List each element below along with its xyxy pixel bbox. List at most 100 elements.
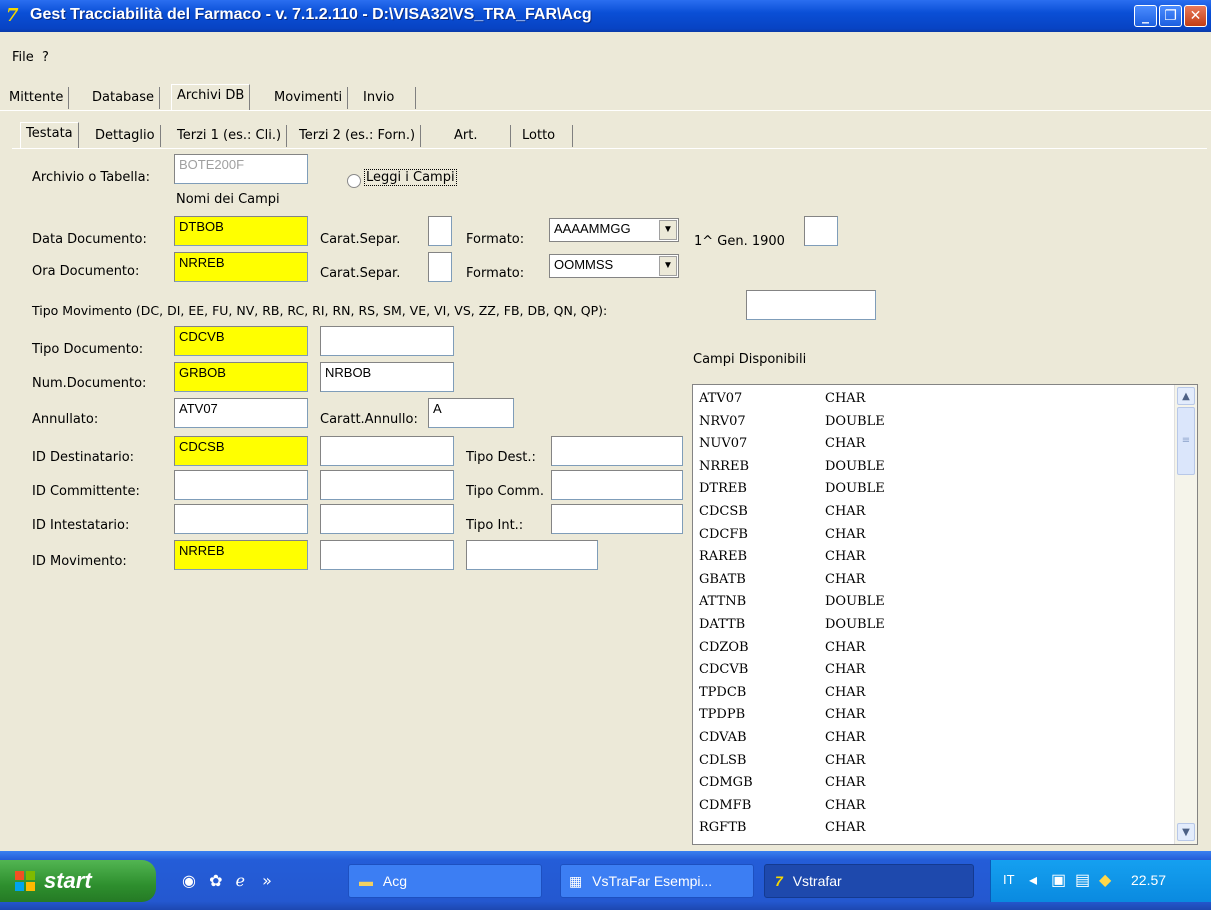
field-type: CHAR (825, 504, 866, 519)
gen1900-field[interactable] (804, 216, 838, 246)
formato-label: Formato: (466, 232, 525, 247)
display-icon[interactable]: ▤ (1075, 870, 1090, 890)
browser-icon[interactable]: ◉ (182, 871, 196, 890)
language-indicator[interactable]: IT (1003, 872, 1015, 887)
field-type: CHAR (825, 684, 866, 700)
carat-separ-field[interactable] (428, 216, 452, 246)
tab-movimenti[interactable]: Movimenti (269, 87, 349, 109)
archivio-field[interactable]: BOTE200F (174, 154, 308, 184)
network-icon[interactable]: ▣ (1051, 870, 1066, 890)
chevron-down-icon[interactable]: ▼ (659, 220, 677, 240)
num-documento-field-2[interactable]: NRBOB (320, 362, 454, 392)
back-arrow-icon[interactable]: ◂ (1029, 870, 1037, 890)
id-movimento-field[interactable]: NRREB (174, 540, 308, 570)
tipo-comm-label: Tipo Comm. (466, 484, 544, 499)
carat-separ-field-2[interactable] (428, 252, 452, 282)
tab-invio[interactable]: Invio (358, 87, 416, 109)
menu-file[interactable]: File (12, 50, 34, 65)
field-type: CHAR (825, 639, 866, 655)
campi-disponibili-list[interactable]: ATV07 CHAR NRV07 DOUBLE NUV07 CHAR NRREB DOUBLE… (692, 384, 1198, 845)
scroll-up-icon[interactable]: ▲ (1177, 387, 1195, 405)
id-intestatario-field-2[interactable] (320, 504, 454, 534)
messenger-icon[interactable]: ✿ (209, 871, 222, 890)
data-formato-select[interactable]: AAAAMMGG ▼ (549, 218, 679, 242)
id-destinatario-field-2[interactable] (320, 436, 454, 466)
tipo-documento-field-2[interactable] (320, 326, 454, 356)
field-name: TPDPB (699, 707, 746, 723)
ora-formato-value: OOMMSS (554, 257, 614, 272)
field-name: DTREB (699, 481, 747, 497)
annullato-field[interactable]: ATV07 (174, 398, 308, 428)
field-name: CDVAB (699, 730, 747, 745)
field-type: CHAR (825, 571, 866, 587)
field-name: CDZOB (699, 639, 749, 655)
ie-icon[interactable]: ℯ (236, 871, 245, 890)
field-type: CHAR (825, 820, 866, 836)
app-icon: 7 (6, 5, 19, 26)
campi-disponibili-label: Campi Disponibili (693, 352, 807, 367)
scroll-thumb[interactable]: ≡ (1177, 407, 1195, 475)
id-committente-field-2[interactable] (320, 470, 454, 500)
windows-logo-icon (15, 871, 35, 891)
folder-icon: ▬ (359, 873, 373, 889)
data-documento-field[interactable]: DTBOB (174, 216, 308, 246)
id-destinatario-field[interactable]: CDCSB (174, 436, 308, 466)
num-documento-label: Num.Documento: (32, 376, 147, 391)
tab-dettaglio[interactable]: Dettaglio (90, 125, 161, 147)
tipo-comm-field[interactable] (551, 470, 683, 500)
annullato-label: Annullato: (32, 412, 99, 427)
tab-archivi-db[interactable]: Archivi DB (171, 84, 251, 110)
tab-terzi1[interactable]: Terzi 1 (es.: Cli.) (172, 125, 288, 147)
tipo-movimento-field[interactable] (746, 290, 876, 320)
id-movimento-field-3[interactable] (466, 540, 598, 570)
tipo-int-field[interactable] (551, 504, 683, 534)
tipo-dest-label: Tipo Dest.: (466, 450, 536, 465)
leggi-campi-label[interactable]: Leggi i Campi (364, 169, 457, 186)
task-acg-label: Acg (382, 873, 408, 889)
ora-formato-select[interactable]: OOMMSS ▼ (549, 254, 679, 278)
caratt-annullo-field[interactable]: A (428, 398, 514, 428)
tab-lotto[interactable]: Lotto (517, 125, 573, 147)
task-vstrafar-esempi[interactable]: ▦ VsTraFar Esempi... (560, 864, 754, 898)
minimize-button[interactable]: _ (1134, 5, 1157, 27)
tipo-dest-field[interactable] (551, 436, 683, 466)
field-type: CHAR (825, 707, 866, 723)
gen1900-label: 1^ Gen. 1900 (694, 234, 785, 249)
chevron-right-icon[interactable]: » (262, 871, 272, 890)
tipo-documento-label: Tipo Documento: (32, 342, 144, 357)
tab-art[interactable]: Art. (449, 125, 511, 147)
app-icon: 7 (775, 873, 783, 889)
chevron-down-icon[interactable]: ▼ (659, 256, 677, 276)
data-formato-value: AAAAMMGG (554, 221, 631, 236)
task-vstrafar-esempi-label: VsTraFar Esempi... (592, 873, 713, 889)
field-name: CDLSB (699, 752, 747, 768)
leggi-campi-radio[interactable] (347, 174, 361, 188)
start-button[interactable]: start (0, 860, 156, 902)
menu-help[interactable]: ? (42, 50, 49, 65)
id-intestatario-field[interactable] (174, 504, 308, 534)
taskbar: start ◉ ✿ ℯ » ▬ Acg ▦ VsTraFar Esempi...… (0, 851, 1211, 910)
tab-database[interactable]: Database (87, 87, 161, 109)
task-vstrafar[interactable]: 7 Vstrafar (764, 864, 974, 898)
carat-separ-label: Carat.Separ. (320, 232, 401, 247)
num-documento-field[interactable]: GRBOB (174, 362, 308, 392)
system-tray: IT ◂ ▣ ▤ ◆ 22.57 (990, 860, 1211, 902)
id-movimento-field-2[interactable] (320, 540, 454, 570)
field-name: CDMFB (699, 797, 752, 813)
scroll-down-icon[interactable]: ▼ (1177, 823, 1195, 841)
tipo-documento-field[interactable]: CDCVB (174, 326, 308, 356)
close-button[interactable]: ✕ (1184, 5, 1207, 27)
security-icon[interactable]: ◆ (1099, 870, 1111, 890)
maximize-button[interactable]: ❐ (1159, 5, 1182, 27)
list-scrollbar[interactable]: ▲ ≡ ▼ (1174, 385, 1197, 844)
ora-documento-field[interactable]: NRREB (174, 252, 308, 282)
tipo-movimento-label: Tipo Movimento (DC, DI, EE, FU, NV, RB, … (32, 303, 608, 318)
field-name: NRV07 (699, 413, 746, 429)
tab-testata[interactable]: Testata (20, 122, 79, 148)
field-name: CDMGB (699, 775, 753, 791)
field-type: DOUBLE (825, 481, 885, 497)
task-acg[interactable]: ▬ Acg (348, 864, 542, 898)
tab-mittente[interactable]: Mittente (4, 87, 70, 109)
id-committente-field[interactable] (174, 470, 308, 500)
tab-terzi2[interactable]: Terzi 2 (es.: Forn.) (294, 125, 422, 147)
